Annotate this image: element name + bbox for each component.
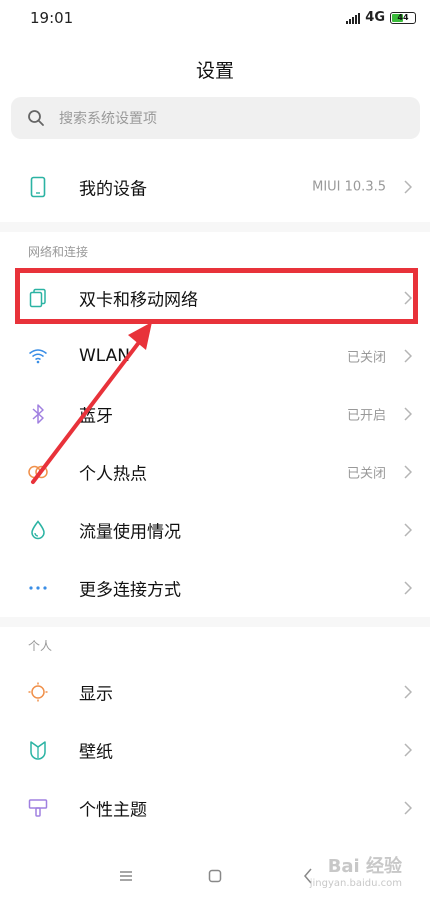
home-button[interactable] — [203, 864, 227, 888]
chevron-right-icon — [404, 349, 412, 363]
display-label: 显示 — [79, 684, 113, 705]
my-device-label: 我的设备 — [79, 179, 147, 200]
section-title-personal: 个人 — [28, 639, 53, 653]
section-divider — [0, 617, 430, 627]
signal-icon — [346, 12, 361, 24]
bluetooth-row[interactable]: 蓝牙 已开启 — [0, 385, 430, 443]
battery-icon: 44 — [390, 11, 416, 24]
wallpaper-row[interactable]: 壁纸 — [0, 721, 430, 779]
wlan-status: 已关闭 — [346, 350, 386, 366]
search-placeholder: 搜索系统设置项 — [59, 111, 157, 127]
section-title-network: 网络和连接 — [28, 245, 89, 259]
hotspot-label: 个人热点 — [79, 464, 147, 485]
section-divider — [0, 222, 430, 232]
chevron-right-icon — [404, 801, 412, 815]
display-row[interactable]: 显示 — [0, 663, 430, 721]
hotspot-status: 已关闭 — [346, 466, 386, 482]
chevron-right-icon — [404, 523, 412, 537]
chevron-right-icon — [404, 743, 412, 757]
bluetooth-label: 蓝牙 — [79, 406, 113, 427]
phone-icon — [25, 174, 51, 200]
bluetooth-icon — [25, 401, 51, 427]
home-icon — [208, 869, 222, 883]
data-usage-label: 流量使用情况 — [79, 522, 181, 543]
wallpaper-icon — [25, 737, 51, 763]
battery-level: 44 — [397, 13, 409, 22]
more-icon — [25, 575, 51, 601]
display-icon — [25, 679, 51, 705]
status-indicators: 4G 44 — [346, 10, 416, 25]
chevron-right-icon — [404, 407, 412, 421]
my-device-row[interactable]: 我的设备 MIUI 10.3.5 — [0, 158, 430, 216]
more-connections-row[interactable]: 更多连接方式 — [0, 559, 430, 617]
chevron-right-icon — [404, 465, 412, 479]
theme-icon — [25, 795, 51, 821]
wallpaper-label: 壁纸 — [79, 742, 113, 763]
menu-button[interactable] — [114, 864, 138, 888]
theme-row[interactable]: 个性主题 — [0, 779, 430, 837]
wlan-row[interactable]: WLAN 已关闭 — [0, 327, 430, 385]
search-icon — [28, 110, 44, 126]
chevron-right-icon — [404, 581, 412, 595]
hotspot-row[interactable]: 个人热点 已关闭 — [0, 443, 430, 501]
more-connections-label: 更多连接方式 — [79, 580, 181, 601]
chevron-right-icon — [404, 180, 412, 194]
wifi-icon — [25, 343, 51, 369]
search-input[interactable]: 搜索系统设置项 — [11, 97, 420, 139]
data-usage-row[interactable]: 流量使用情况 — [0, 501, 430, 559]
highlight-box — [15, 268, 418, 324]
watermark-url: jingyan.baidu.com — [309, 878, 402, 889]
wlan-label: WLAN — [79, 346, 131, 366]
theme-label: 个性主题 — [79, 800, 147, 821]
status-time: 19:01 — [30, 9, 74, 27]
chevron-right-icon — [404, 685, 412, 699]
menu-icon — [120, 871, 132, 881]
data-usage-icon — [25, 517, 51, 543]
watermark-logo: Bai 经验 — [327, 856, 402, 877]
page-title: 设置 — [195, 60, 234, 82]
hotspot-icon — [25, 459, 51, 485]
my-device-value: MIUI 10.3.5 — [312, 179, 386, 195]
bluetooth-status: 已开启 — [346, 408, 386, 424]
status-bar: 19:01 4G 44 — [0, 0, 430, 38]
network-type: 4G — [365, 10, 385, 25]
